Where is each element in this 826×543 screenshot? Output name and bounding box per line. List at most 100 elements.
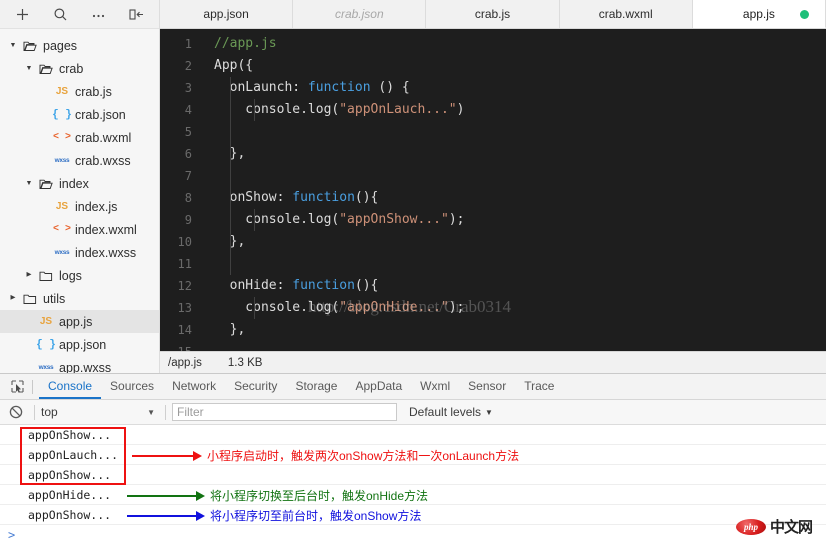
editor-tab-label: crab.json [334, 7, 384, 21]
annotation-text: 小程序启动时，触发两次onShow方法和一次onLaunch方法 [207, 449, 520, 464]
toolbar-divider [32, 379, 33, 394]
editor-tab-crab-js[interactable]: crab.js [426, 0, 560, 28]
collapse-sidebar-icon[interactable] [117, 1, 155, 28]
more-icon[interactable] [80, 1, 118, 28]
tree-item-label: crab.json [75, 107, 126, 122]
js-file-icon: JS [55, 86, 69, 97]
indent-guide [254, 209, 255, 231]
devtools-tab-storage[interactable]: Storage [286, 374, 346, 399]
code-token: }, [214, 322, 246, 337]
js-file-icon: JS [55, 201, 69, 212]
annotation-0: 小程序启动时，触发两次onShow方法和一次onLaunch方法 [132, 447, 519, 464]
tree-item-label: utils [43, 291, 66, 306]
console-filter-input[interactable] [172, 403, 397, 422]
code-line: console.log("appOnHide..."); [214, 297, 826, 319]
tree-item-index[interactable]: index [0, 172, 159, 195]
devtools-tab-sensor[interactable]: Sensor [459, 374, 515, 399]
line-number: 7 [184, 169, 192, 183]
tree-item-app-wxss[interactable]: wxss app.wxss [0, 356, 159, 374]
devtools-tab-console[interactable]: Console [39, 374, 102, 400]
tree-item-index-wxss[interactable]: wxss index.wxss [0, 241, 159, 264]
tree-item-index-js[interactable]: JS index.js [0, 195, 159, 218]
chevron-right-icon[interactable] [22, 272, 36, 279]
tree-item-logs[interactable]: logs [0, 264, 159, 287]
chevron-down-icon[interactable] [6, 42, 20, 49]
devtools-tab-sources[interactable]: Sources [101, 374, 163, 399]
code-line: }, [214, 143, 826, 165]
line-number: 6 [184, 147, 192, 161]
toolbar-divider [165, 404, 166, 420]
chevron-down-icon[interactable] [22, 180, 36, 187]
code-content[interactable]: //app.js App({ onLaunch: function () { co… [200, 29, 826, 351]
add-icon[interactable] [4, 1, 42, 28]
code-token: ); [448, 300, 465, 315]
folder-icon [20, 292, 40, 306]
php-chinese-logo: php 中文网 [735, 516, 813, 537]
tree-item-crab-js[interactable]: JS crab.js [0, 80, 159, 103]
json-file-icon: { } [36, 338, 56, 351]
code-token: "appOnHide..." [339, 300, 449, 315]
tree-item-crab[interactable]: crab [0, 57, 159, 80]
wxss-file-icon: wxss [54, 249, 70, 256]
editor-area: pagescrabJScrab.js{ }crab.json< >crab.wx… [0, 0, 826, 374]
code-viewport[interactable]: 123456789101112131415 //app.jsApp({ onLa… [160, 29, 826, 352]
folder-icon [36, 269, 56, 283]
tree-item-app-json[interactable]: { } app.json [0, 333, 159, 356]
console-filter-bar: top ▼ Default levels ▼ [0, 400, 826, 426]
devtools-tab-wxml[interactable]: Wxml [411, 374, 459, 399]
console-prompt[interactable]: > [0, 525, 826, 543]
sidebar-toolbar [0, 0, 159, 29]
php-logo-text: 中文网 [769, 518, 813, 536]
editor-tab-crab-json[interactable]: crab.json [293, 0, 427, 28]
console-context-select[interactable]: top ▼ [41, 405, 159, 419]
code-line: }, [214, 319, 826, 341]
line-number: 13 [177, 301, 192, 315]
console-context-value: top [41, 405, 58, 420]
search-icon[interactable] [42, 1, 80, 28]
tree-item-app-js[interactable]: JS app.js [0, 310, 159, 333]
tree-item-utils[interactable]: utils [0, 287, 159, 310]
editor-tab-app-js[interactable]: app.js [692, 0, 826, 28]
devtools-tab-appdata[interactable]: AppData [346, 374, 411, 399]
chevron-down-icon[interactable] [22, 65, 36, 72]
unsaved-indicator-dot[interactable] [800, 10, 810, 19]
editor-tab-crab-wxml[interactable]: crab.wxml [560, 0, 693, 28]
devtools-tabs[interactable]: Console Sources Network Security Storage AppD… [39, 374, 563, 400]
js-file-icon: JS [39, 316, 53, 327]
line-number: 12 [177, 279, 192, 293]
editor-tab-app-json[interactable]: app.json [160, 0, 294, 28]
editor-tabbar[interactable]: app.json crab.json crab.js crab.wxml app.js [160, 0, 826, 29]
editor-tab-label: app.js [742, 6, 775, 21]
line-number: 11 [177, 257, 192, 271]
code-token: function [292, 278, 355, 293]
tree-item-crab-json[interactable]: { } crab.json [0, 103, 159, 126]
tree-item-pages[interactable]: pages [0, 34, 159, 57]
code-token: App({ [214, 58, 254, 73]
tree-item-label: crab.wxml [75, 130, 132, 145]
code-token: () { [370, 80, 410, 95]
devtools-tab-trace[interactable]: Trace [515, 374, 563, 399]
annotation-arrow-line [132, 454, 194, 457]
tree-item-label: app.js [59, 314, 93, 329]
console-levels-select[interactable]: Default levels ▼ [409, 405, 493, 419]
wechat-devtools-window: pagescrabJScrab.js{ }crab.json< >crab.wx… [0, 0, 826, 543]
devtools-tab-security[interactable]: Security [225, 374, 286, 399]
tree-item-index-wxml[interactable]: < > index.wxml [0, 218, 159, 241]
inspect-element-icon[interactable] [4, 375, 30, 399]
line-number: 5 [184, 125, 192, 139]
clear-console-icon[interactable] [4, 401, 28, 423]
chevron-right-icon[interactable] [6, 295, 20, 302]
tree-item-crab-wxss[interactable]: wxss crab.wxss [0, 149, 159, 172]
code-line: console.log("appOnShow..."); [214, 209, 826, 231]
indent-guide [254, 99, 255, 121]
line-number: 14 [177, 323, 192, 337]
file-tree[interactable]: pagescrabJScrab.js{ }crab.json< >crab.wx… [0, 29, 159, 373]
tree-item-crab-wxml[interactable]: < > crab.wxml [0, 126, 159, 149]
devtools-tab-network[interactable]: Network [163, 374, 225, 399]
wxml-file-icon: < > [52, 224, 71, 235]
console-output[interactable]: appOnShow... appOnLauch... appOnShow... app… [0, 425, 826, 543]
code-token: (){ [354, 190, 379, 205]
editor-column: app.json crab.json crab.js crab.wxml app.js … [160, 0, 826, 374]
